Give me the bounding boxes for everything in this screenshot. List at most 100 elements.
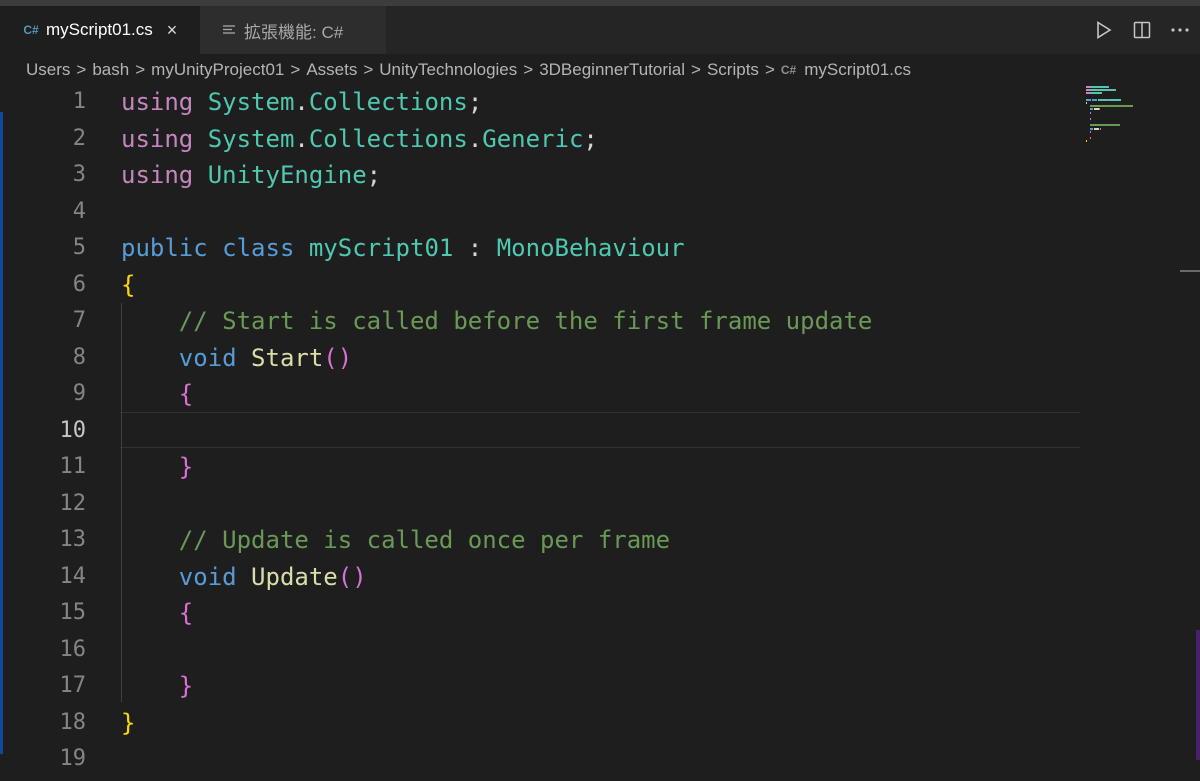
code-token: ; [467, 88, 483, 116]
code-token: public [121, 234, 208, 262]
minimap-token [1097, 89, 1108, 92]
breadcrumb-separator: > [363, 60, 374, 79]
minimap-token [1086, 98, 1092, 101]
breadcrumb-separator: > [523, 60, 534, 79]
line-number: 2 [72, 125, 86, 151]
code-line[interactable]: using System.Collections.Generic; [121, 121, 598, 158]
line-number: 18 [59, 709, 87, 735]
tab-label: myScript01.cs [46, 20, 153, 39]
code-editor[interactable]: 1 2 3 4 5 6 7 8 9 10 11 12 13 14 15 16 17 18 19 using Syst… [0, 86, 1080, 781]
line-number: 19 [59, 746, 87, 771]
code-line[interactable]: } [121, 449, 193, 486]
breadcrumb-item[interactable]: 3DBeginnerTutorial [539, 60, 685, 80]
close-icon[interactable]: × [167, 21, 178, 39]
minimap-token [1107, 86, 1109, 88]
minimap-token [1097, 98, 1107, 101]
breadcrumb-item[interactable]: myUnityProject01 [151, 60, 284, 80]
breadcrumb-item[interactable]: UnityTechnologies [379, 60, 517, 80]
code-token: System [207, 88, 295, 116]
breadcrumb-separator: > [135, 60, 146, 79]
code-line[interactable]: { [121, 376, 193, 413]
code-token: Start [251, 343, 324, 372]
code-token: MonoBehaviour [496, 234, 685, 262]
preview-icon [222, 22, 238, 38]
breadcrumb-separator: > [76, 60, 87, 79]
line-number: 4 [72, 198, 86, 224]
tab-myscript01[interactable]: C# myScript01.cs × [0, 6, 200, 54]
code-token: class [222, 234, 295, 262]
scrollbar-accent [1196, 630, 1200, 760]
code-line[interactable]: { [121, 595, 193, 632]
code-token: void [178, 562, 237, 591]
current-line-highlight [120, 412, 1080, 448]
split-editor-icon[interactable] [1132, 20, 1152, 40]
breadcrumb-item[interactable]: Assets [306, 60, 357, 80]
minimap-token [1089, 105, 1133, 108]
csharp-file-icon: C# [23, 23, 39, 37]
run-icon[interactable] [1094, 20, 1114, 40]
minimap-token [1101, 92, 1103, 95]
line-number: 8 [72, 344, 86, 370]
code-line[interactable]: { [121, 267, 135, 304]
breadcrumb-separator: > [290, 60, 301, 79]
breadcrumb-item[interactable]: Users [26, 60, 70, 80]
code-token: using [121, 161, 194, 189]
code-line[interactable]: // Update is called once per frame [121, 522, 670, 559]
code-line[interactable]: using UnityEngine; [121, 157, 381, 194]
code-token: . [467, 124, 483, 153]
code-line[interactable]: } [121, 705, 135, 742]
code-line[interactable]: public class myScript01 : MonoBehaviour [121, 230, 685, 267]
breadcrumb-separator: > [691, 60, 701, 79]
code-line[interactable]: } [121, 668, 193, 705]
code-token: myScript01 [308, 234, 454, 262]
breadcrumb-item-file[interactable]: myScript01.cs [804, 60, 911, 80]
line-number: 10 [59, 417, 87, 443]
line-number: 13 [59, 527, 87, 552]
more-icon[interactable] [1170, 20, 1190, 40]
minimap[interactable] [1080, 86, 1200, 781]
minimap-token [1089, 130, 1091, 133]
code-line[interactable]: void Update() [121, 559, 367, 596]
line-number: 14 [59, 563, 87, 589]
minimap-token [1097, 86, 1108, 88]
code-token: . [294, 124, 309, 153]
minimap-token [1086, 86, 1091, 88]
code-token: { [178, 380, 194, 408]
code-line[interactable]: void Start() [121, 340, 352, 377]
code-line[interactable]: // Start is called before the first fram… [121, 303, 873, 340]
code-token: ; [366, 161, 382, 189]
code-token: using [121, 124, 194, 153]
code-token: { [178, 599, 194, 627]
code-token: } [178, 453, 194, 481]
line-number: 6 [72, 271, 86, 297]
code-token: } [121, 708, 136, 737]
code-token: () [323, 343, 353, 372]
code-token: } [178, 672, 194, 700]
code-token: () [337, 562, 367, 591]
breadcrumb-item[interactable]: Scripts [707, 60, 759, 80]
minimap-token [1086, 140, 1087, 143]
line-number: 16 [59, 636, 87, 662]
code-token: Collections [308, 88, 468, 116]
line-number: 17 [59, 673, 87, 698]
code-token: Collections [308, 124, 468, 153]
tab-label: 拡張機能: C# [244, 22, 344, 42]
code-line[interactable]: using System.Collections; [121, 84, 482, 121]
scrollbar-marker[interactable] [1180, 270, 1200, 272]
minimap-token [1098, 108, 1101, 111]
minimap-token [1089, 137, 1091, 140]
breadcrumb-item[interactable]: bash [92, 60, 129, 80]
code-token: UnityEngine [207, 161, 367, 189]
breadcrumb-separator: > [764, 60, 775, 79]
minimap-token [1086, 102, 1087, 104]
tab-extension-csharp[interactable]: 拡張機能: C# [200, 6, 386, 54]
